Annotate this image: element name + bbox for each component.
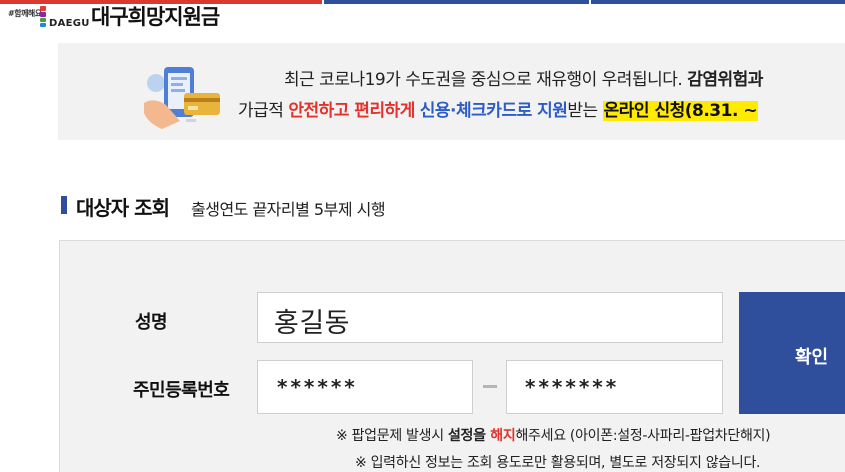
rrn-front-input[interactable]: ****** (257, 360, 473, 414)
section-marker (61, 196, 67, 214)
rrn-label: 주민등록번호 (133, 380, 230, 401)
confirm-button-label: 확인 (795, 347, 829, 368)
notice-line-2: 가급적 안전하고 편리하게 신용·체크카드로 지원받는 온라인 신청(8.31.… (238, 96, 759, 121)
popup-notice: ※ 팝업문제 발생시 설정을 해지해주세요 (아이폰:설정-사파리-팝업차단해지… (336, 425, 771, 445)
rrn-separator (483, 385, 497, 388)
notice-text: 최근 코로나19가 수도권을 중심으로 재유행이 우려됩니다. (284, 70, 688, 90)
note-text: 해주세요 (아이폰:설정-사파리-팝업차단해지) (515, 428, 771, 444)
top-bar-divider (322, 0, 324, 4)
name-input[interactable]: 홍길동 (257, 292, 723, 343)
notice-red-emphasis: 안전하고 편리하게 (288, 101, 415, 121)
notice-highlight: 온라인 신청(8.31. ~ (602, 101, 759, 121)
page-title: 대구희망지원금 (91, 5, 220, 29)
notice-blue-emphasis: 신용·체크카드로 지원 (419, 101, 568, 121)
logo-city-name: DAEGU (49, 18, 90, 29)
note-red-emphasis: 해지 (490, 428, 516, 444)
section-title: 대상자 조회 (76, 196, 170, 220)
privacy-notice: ※ 입력하신 정보는 조회 용도로만 활용되며, 별도로 저장되지 않습니다. (355, 455, 761, 471)
notice-emphasis: 감염위험과 (687, 70, 763, 90)
notice-text: 받는 (567, 101, 603, 121)
notice-text: 가급적 (238, 101, 289, 121)
confirm-button[interactable]: 확인 (739, 292, 845, 414)
rrn-back-input[interactable]: ******* (506, 360, 723, 414)
card-payment-phone-icon (144, 67, 220, 129)
note-emphasis: 설정을 (447, 428, 491, 444)
daegu-logo-mark-icon (40, 6, 46, 27)
notice-banner: 최근 코로나19가 수도권을 중심으로 재유행이 우려됩니다. 감염위험과 가급… (58, 43, 845, 140)
logo-hashtag: #함께해요 (8, 9, 42, 18)
daegu-logo[interactable]: #함께해요 DAEGU (6, 6, 89, 32)
note-text: ※ 팝업문제 발생시 (336, 428, 448, 444)
name-label: 성명 (135, 312, 168, 333)
top-bar-divider (589, 0, 591, 4)
notice-line-1: 최근 코로나19가 수도권을 중심으로 재유행이 우려됩니다. 감염위험과 (284, 65, 763, 90)
section-subtitle: 출생연도 끝자리별 5부제 시행 (191, 200, 386, 219)
